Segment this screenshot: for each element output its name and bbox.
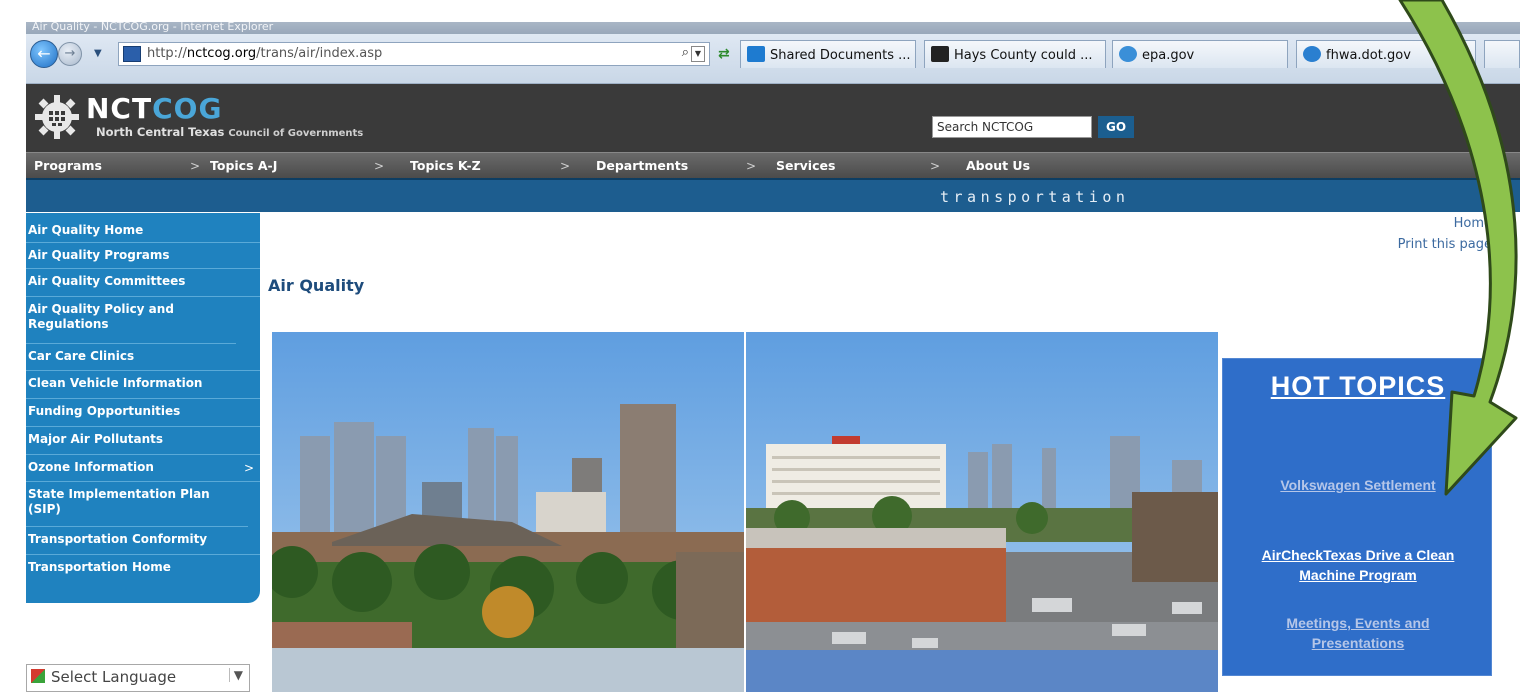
browser-tab[interactable]: Hays County could ... <box>924 40 1106 68</box>
epa-icon <box>1119 46 1137 62</box>
browser-tab[interactable]: epa.gov <box>1112 40 1288 68</box>
section-banner: transportation <box>26 178 1520 212</box>
hot-topics-title: HOT TOPICS <box>1270 371 1446 401</box>
search-go-button[interactable]: GO <box>1098 116 1134 138</box>
sidebar-nav: Air Quality Home Air Quality Programs Ai… <box>26 213 260 603</box>
refresh-icon[interactable]: ⇄ <box>718 46 730 62</box>
address-bar-tools[interactable]: ⌕ ▼ <box>682 45 705 62</box>
window-title: Air Quality - NCTCOG.org - Internet Expl… <box>32 22 274 33</box>
nctcog-logo-subtitle: North Central Texas Council of Governmen… <box>96 125 364 139</box>
nav-programs[interactable]: Programs <box>34 153 102 179</box>
back-arrow-icon[interactable]: ← <box>30 40 58 68</box>
sidebar-item-major-pollutants[interactable]: Major Air Pollutants <box>26 428 260 455</box>
site-header: NCTCOG North Central Texas Council of Go… <box>26 84 1520 152</box>
screenshot-frame: Air Quality - NCTCOG.org - Internet Expl… <box>0 0 1520 692</box>
hot-topics-panel: HOT TOPICS Volkswagen Settlement AirChec… <box>1222 358 1492 676</box>
history-dropdown-icon[interactable]: ▼ <box>94 48 102 59</box>
nav-departments[interactable]: Departments <box>596 153 688 179</box>
nav-topics-a-j[interactable]: Topics A-J <box>210 153 277 179</box>
sidebar-item-conformity[interactable]: Transportation Conformity <box>26 528 260 555</box>
nav-separator: > <box>190 159 201 173</box>
nav-about-us[interactable]: About Us <box>966 153 1030 179</box>
nav-separator: > <box>374 159 385 173</box>
google-translate-icon <box>31 669 45 683</box>
sidebar-item-car-care-clinics[interactable]: Car Care Clinics <box>26 345 260 371</box>
sidebar-item-funding[interactable]: Funding Opportunities <box>26 400 260 427</box>
forward-arrow-icon[interactable]: → <box>58 42 82 66</box>
skyline-photo <box>272 332 1218 692</box>
site-s-icon <box>931 46 949 62</box>
page-title: Air Quality <box>268 276 365 295</box>
nav-services[interactable]: Services <box>776 153 835 179</box>
nav-separator: > <box>560 159 571 173</box>
home-link[interactable]: Home <box>1454 216 1492 231</box>
meetings-events-link[interactable]: Meetings, Events and Presentations <box>1223 613 1493 653</box>
sidebar-item-policy-regulations[interactable]: Air Quality Policy and Regulations <box>26 298 236 344</box>
browser-tab[interactable]: fhwa.dot.gov <box>1296 40 1476 68</box>
main-navigation: Programs > Topics A-J > Topics K-Z > Dep… <box>26 152 1520 178</box>
url-text[interactable]: http://nctcog.org/trans/air/index.asp <box>147 46 382 61</box>
sharepoint-icon <box>747 46 765 62</box>
sidebar-item-clean-vehicle[interactable]: Clean Vehicle Information <box>26 372 260 399</box>
chevron-right-icon: > <box>243 461 254 475</box>
browser-title-bar: Air Quality - NCTCOG.org - Internet Expl… <box>26 22 1520 34</box>
sidebar-item-sip[interactable]: State Implementation Plan (SIP) <box>26 483 248 527</box>
language-select[interactable]: Select Language ▼ <box>26 664 250 692</box>
sidebar-item-air-quality-programs[interactable]: Air Quality Programs <box>26 244 260 269</box>
site-favicon-icon <box>123 46 141 62</box>
aircheck-texas-link[interactable]: AirCheckTexas Drive a Clean Machine Prog… <box>1223 545 1493 585</box>
nav-topics-k-z[interactable]: Topics K-Z <box>410 153 481 179</box>
section-name: transportation <box>940 188 1130 206</box>
search-icon[interactable]: ⌕ <box>682 45 689 60</box>
volkswagen-settlement-link[interactable]: Volkswagen Settlement <box>1223 475 1493 495</box>
browser-tab[interactable]: Shared Documents ... <box>740 40 916 68</box>
site-search-input[interactable] <box>932 116 1092 138</box>
sidebar-item-ozone[interactable]: Ozone Information > <box>26 456 260 482</box>
fhwa-icon <box>1303 46 1321 62</box>
nctcog-logo-icon[interactable] <box>34 94 80 140</box>
sidebar-item-transportation-home[interactable]: Transportation Home <box>26 556 260 586</box>
address-bar[interactable]: http://nctcog.org/trans/air/index.asp ⌕ ▼ <box>118 42 710 66</box>
chevron-down-icon: ▼ <box>228 668 243 682</box>
print-page-link[interactable]: Print this page <box>1398 237 1492 252</box>
nav-separator: > <box>930 159 941 173</box>
nctcog-logo-text[interactable]: NCTCOG <box>86 92 222 125</box>
browser-toolbar: ← → ▼ http://nctcog.org/trans/air/index.… <box>26 34 1520 84</box>
sidebar-item-air-quality-committees[interactable]: Air Quality Committees <box>26 270 260 297</box>
browser-tab[interactable] <box>1484 40 1520 68</box>
sidebar-item-air-quality-home[interactable]: Air Quality Home <box>26 219 260 243</box>
address-dropdown-icon[interactable]: ▼ <box>691 46 705 62</box>
nav-separator: > <box>746 159 757 173</box>
